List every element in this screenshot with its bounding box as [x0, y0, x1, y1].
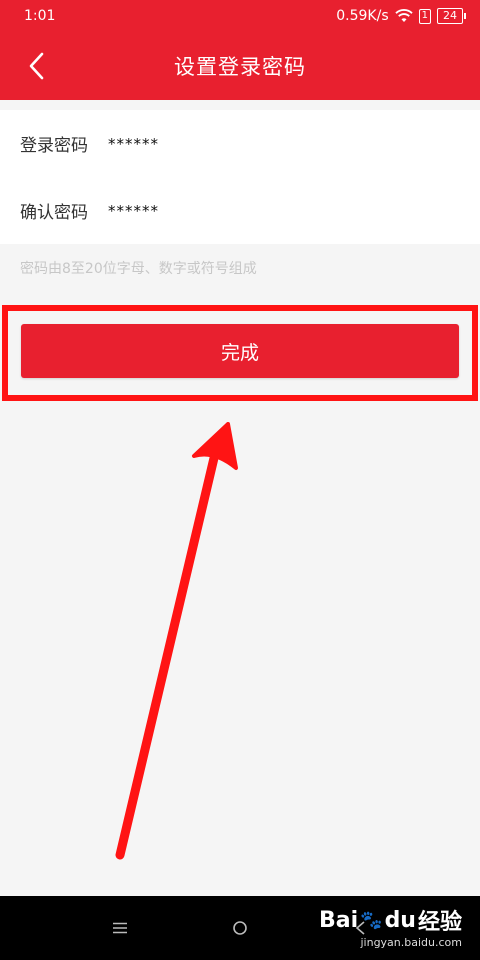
- baidu-jingyan-watermark: Bai 🐾 du 经验 jingyan.baidu.com: [318, 907, 462, 950]
- page-title: 设置登录密码: [174, 55, 306, 79]
- wifi-icon: [394, 9, 413, 22]
- back-button[interactable]: [16, 46, 56, 86]
- password-label: 登录密码: [20, 136, 88, 156]
- status-icons: 0.59K/s 1 24: [336, 8, 466, 24]
- battery-level: 24: [437, 8, 463, 24]
- menu-icon[interactable]: [106, 918, 134, 938]
- status-time: 1:01: [24, 8, 56, 24]
- system-nav-bar: Bai 🐾 du 经验 jingyan.baidu.com: [0, 896, 480, 960]
- home-icon[interactable]: [226, 918, 254, 938]
- password-hint: 密码由8至20位字母、数字或符号组成: [20, 261, 257, 277]
- done-button[interactable]: 完成: [21, 324, 459, 378]
- status-bar: 1:01 0.59K/s 1 24: [0, 0, 480, 32]
- password-row: 登录密码: [0, 110, 480, 177]
- chevron-left-icon: [29, 52, 44, 80]
- confirm-password-row: 确认密码: [0, 177, 480, 244]
- nav-bar: 设置登录密码: [0, 32, 480, 100]
- paw-icon: 🐾: [360, 909, 383, 931]
- confirm-password-label: 确认密码: [20, 203, 88, 223]
- sim-badge: 1: [418, 8, 431, 24]
- network-speed: 0.59K/s: [336, 8, 389, 24]
- password-input[interactable]: [108, 134, 448, 153]
- confirm-password-input[interactable]: [108, 201, 448, 220]
- password-form: 登录密码 确认密码: [0, 110, 480, 244]
- battery-icon: 24: [437, 8, 466, 24]
